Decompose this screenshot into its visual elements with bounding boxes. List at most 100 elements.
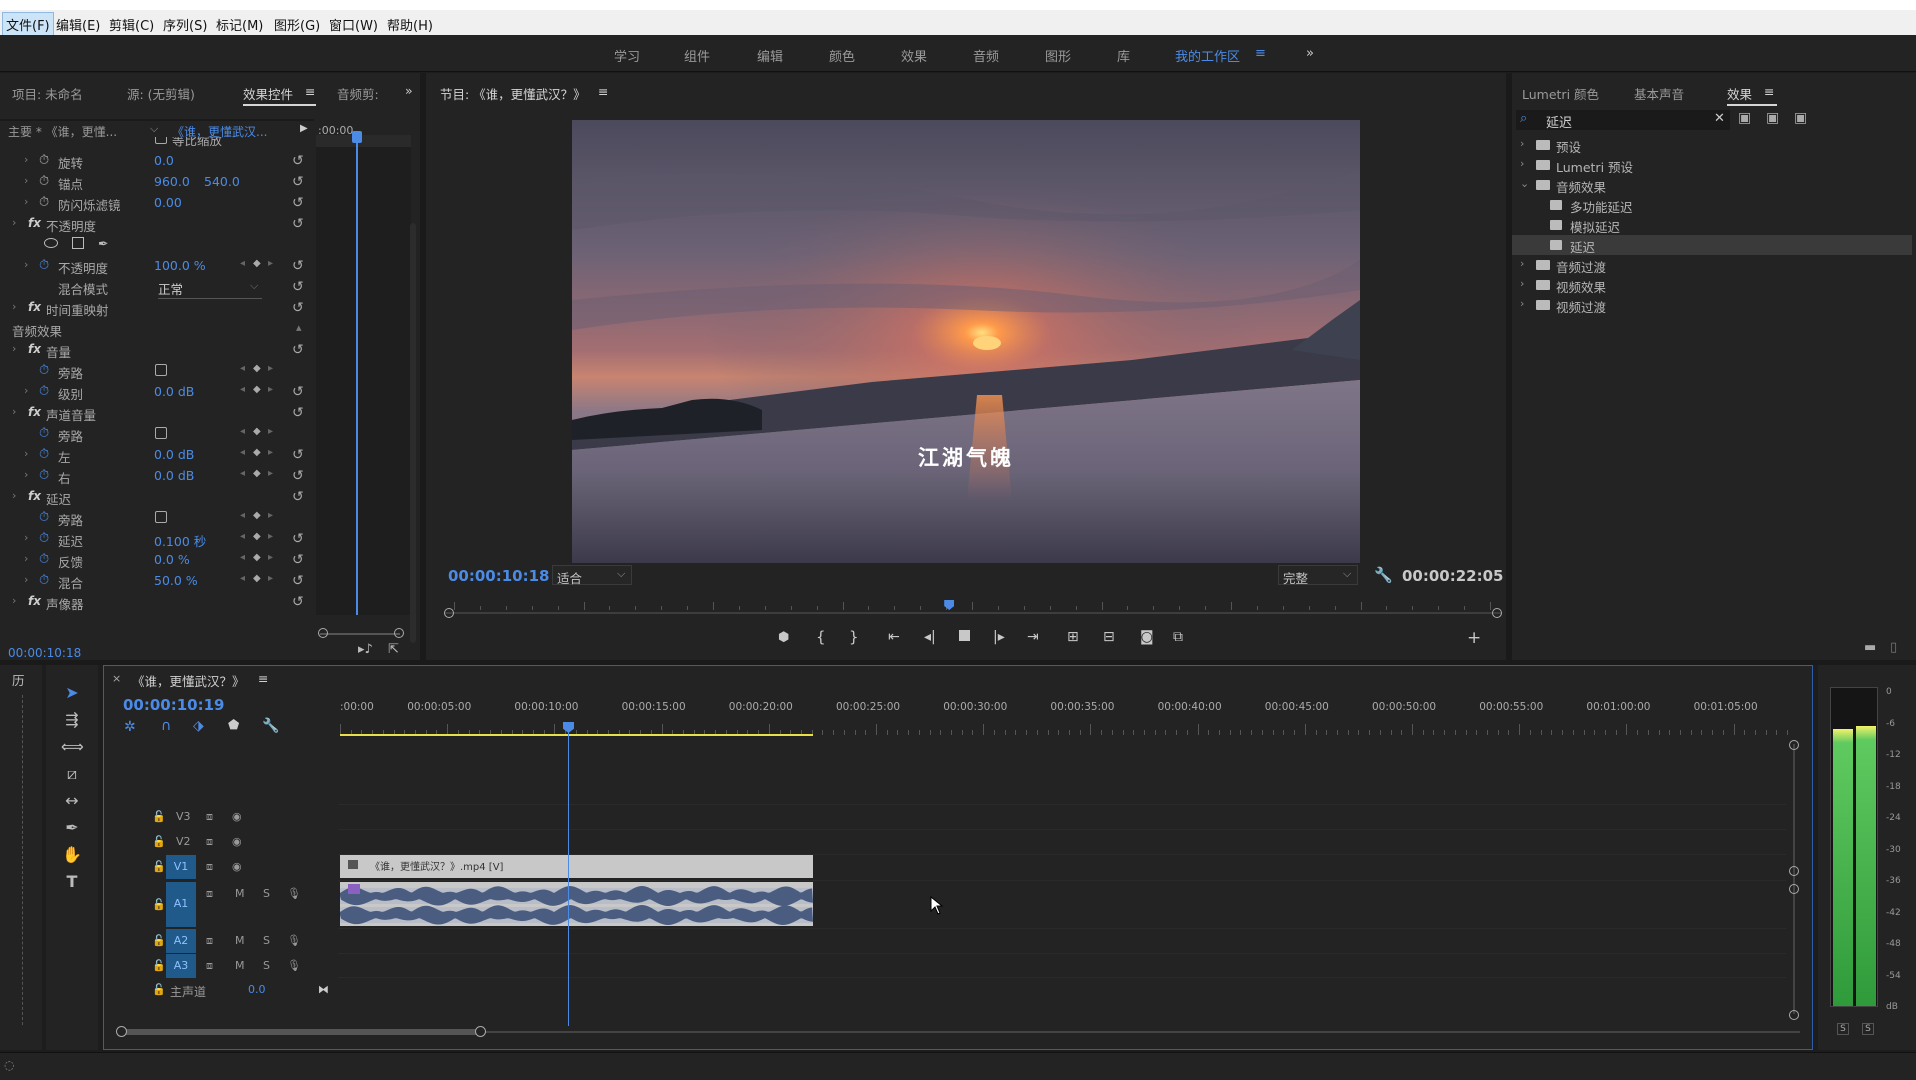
workspace-tab-graphics[interactable]: 图形 bbox=[1045, 46, 1071, 65]
reset-icon[interactable]: ↺ bbox=[292, 573, 304, 589]
add-keyframe-icon[interactable]: ◆ bbox=[253, 510, 261, 521]
program-menu-icon[interactable]: ≡ bbox=[598, 84, 608, 99]
prev-keyframe-icon[interactable]: ◂ bbox=[240, 447, 245, 458]
stopwatch-icon[interactable]: ⏱ bbox=[39, 447, 49, 462]
step-back-icon[interactable]: ◂| bbox=[924, 629, 936, 645]
hscroll-handle-left[interactable] bbox=[116, 1026, 127, 1037]
fx-icon[interactable]: fx bbox=[28, 489, 41, 503]
next-keyframe-icon[interactable]: ▸ bbox=[268, 573, 273, 584]
next-keyframe-icon[interactable]: ▸ bbox=[268, 468, 273, 479]
solo-left-button[interactable]: S bbox=[1837, 1023, 1849, 1035]
solo-button[interactable]: S bbox=[263, 887, 270, 900]
expand-chevron-icon[interactable]: › bbox=[12, 300, 16, 313]
reset-icon[interactable]: ↺ bbox=[292, 594, 304, 610]
quality-dropdown[interactable]: 完整 ⌵ bbox=[1278, 565, 1358, 586]
menu-edit[interactable]: 编辑(E) bbox=[56, 15, 100, 34]
ellipse-mask-icon[interactable] bbox=[44, 238, 58, 248]
reset-icon[interactable]: ↺ bbox=[292, 153, 304, 169]
reset-icon[interactable]: ↺ bbox=[292, 384, 304, 400]
add-keyframe-icon[interactable]: ◆ bbox=[253, 363, 261, 374]
ec-property-value[interactable]: 960.0 bbox=[154, 174, 190, 189]
reset-icon[interactable]: ↺ bbox=[292, 489, 304, 505]
lock-icon[interactable]: 🔓 bbox=[152, 835, 166, 848]
next-keyframe-icon[interactable]: ▸ bbox=[268, 510, 273, 521]
master-volume-value[interactable]: 0.0 bbox=[248, 983, 266, 996]
expand-chevron-icon[interactable]: › bbox=[12, 489, 16, 502]
chevron-down-icon[interactable]: ⌵ bbox=[150, 122, 158, 136]
sync-lock-icon[interactable]: ⧈ bbox=[206, 934, 213, 948]
compare-icon[interactable]: ⧉ bbox=[1173, 629, 1183, 645]
next-keyframe-icon[interactable]: ▸ bbox=[268, 531, 273, 542]
prev-keyframe-icon[interactable]: ◂ bbox=[240, 531, 245, 542]
ec-keyframe-area[interactable] bbox=[316, 135, 411, 615]
video-clip-v1[interactable]: 《谁，更懂武汉？》.mp4 [V] bbox=[340, 855, 813, 878]
next-keyframe-icon[interactable]: ▸ bbox=[268, 258, 273, 269]
solo-button[interactable]: S bbox=[263, 959, 270, 972]
type-tool-icon[interactable]: T bbox=[61, 872, 83, 891]
ec-property-value[interactable]: 100.0 % bbox=[154, 258, 206, 273]
export-icon[interactable]: ⇱ bbox=[388, 642, 399, 657]
workspace-tab-learn[interactable]: 学习 bbox=[614, 46, 640, 65]
lift-icon[interactable]: ⊞ bbox=[1067, 629, 1079, 645]
track-label-v1[interactable]: V1 bbox=[166, 855, 196, 879]
expand-chevron-icon[interactable]: › bbox=[24, 174, 28, 187]
step-forward-icon[interactable]: |▸ bbox=[993, 629, 1005, 645]
lock-icon[interactable]: 🔓 bbox=[152, 898, 166, 911]
snap-icon[interactable]: ✲ bbox=[124, 719, 136, 735]
vscroll-handle[interactable] bbox=[1789, 866, 1799, 876]
splitter[interactable] bbox=[420, 73, 426, 660]
chevron-icon[interactable]: › bbox=[1520, 157, 1524, 170]
chevron-icon[interactable]: › bbox=[1520, 137, 1524, 150]
workspace-tab-assembly[interactable]: 组件 bbox=[684, 46, 710, 65]
tab-history[interactable]: 历 bbox=[12, 670, 25, 689]
32bit-effects-icon[interactable]: ▣ bbox=[1766, 110, 1779, 126]
track-label-a3[interactable]: A3 bbox=[166, 954, 196, 978]
vertical-scroll-track[interactable] bbox=[1793, 744, 1795, 1014]
expand-chevron-icon[interactable]: › bbox=[24, 531, 28, 544]
stopwatch-icon[interactable]: ⏱ bbox=[39, 531, 49, 546]
next-keyframe-icon[interactable]: ▸ bbox=[268, 384, 273, 395]
tab-lumetri-color[interactable]: Lumetri 颜色 bbox=[1522, 84, 1599, 103]
ripple-edit-tool-icon[interactable]: ⟺ bbox=[61, 737, 84, 756]
eye-icon[interactable]: ◉ bbox=[232, 835, 242, 848]
effects-menu-icon[interactable]: ≡ bbox=[1764, 84, 1774, 99]
stopwatch-icon[interactable]: ⏱ bbox=[39, 195, 49, 210]
prev-keyframe-icon[interactable]: ◂ bbox=[240, 384, 245, 395]
expand-chevron-icon[interactable]: › bbox=[12, 594, 16, 607]
add-keyframe-icon[interactable]: ◆ bbox=[253, 258, 261, 269]
stopwatch-icon[interactable]: ⏱ bbox=[39, 468, 49, 483]
ec-property-value[interactable]: 0.0 bbox=[154, 153, 174, 168]
slip-tool-icon[interactable]: ↔ bbox=[61, 791, 83, 810]
lock-icon[interactable]: 🔓 bbox=[152, 810, 166, 823]
effects-search-input[interactable]: 延迟 bbox=[1546, 112, 1572, 131]
add-keyframe-icon[interactable]: ◆ bbox=[253, 426, 261, 437]
expand-chevron-icon[interactable]: › bbox=[12, 405, 16, 418]
expand-chevron-icon[interactable]: › bbox=[12, 342, 16, 355]
stopwatch-icon[interactable]: ⏱ bbox=[39, 174, 49, 189]
wrench-icon[interactable]: 🔧 bbox=[1374, 566, 1393, 584]
add-keyframe-icon[interactable]: ◆ bbox=[253, 447, 261, 458]
lock-icon[interactable]: 🔓 bbox=[152, 959, 166, 972]
effects-tree-item-selected[interactable]: 延迟 bbox=[1512, 235, 1912, 255]
history-list[interactable] bbox=[22, 695, 30, 1025]
reset-icon[interactable]: ↺ bbox=[292, 216, 304, 232]
tab-essential-sound[interactable]: 基本声音 bbox=[1634, 84, 1684, 103]
fx-icon[interactable]: fx bbox=[28, 216, 41, 230]
workspace-tab-audio[interactable]: 音频 bbox=[973, 46, 999, 65]
solo-right-button[interactable]: S bbox=[1862, 1023, 1874, 1035]
effects-tree-item[interactable]: › 视频效果 bbox=[1512, 275, 1912, 295]
tab-source[interactable]: 源: (无剪辑) bbox=[127, 84, 195, 103]
master-to-end-icon[interactable]: ⧓ bbox=[318, 983, 329, 996]
linked-selection-icon[interactable]: ⬗ bbox=[193, 718, 204, 734]
effects-search-box[interactable]: ⌕ 延迟 ✕ bbox=[1516, 110, 1730, 131]
add-marker-icon[interactable]: ⬟ bbox=[228, 718, 239, 733]
lock-icon[interactable]: 🔓 bbox=[152, 934, 166, 947]
sync-lock-icon[interactable]: ⧈ bbox=[206, 860, 213, 874]
ec-timecode[interactable]: 00:00:10:18 bbox=[8, 646, 81, 660]
track-select-tool-icon[interactable]: ⇶ bbox=[61, 710, 83, 729]
reset-icon[interactable]: ↺ bbox=[292, 447, 304, 463]
menu-marker[interactable]: 标记(M) bbox=[216, 15, 263, 34]
chevron-icon[interactable]: › bbox=[1520, 257, 1524, 270]
effects-tree-item[interactable]: › 预设 bbox=[1512, 135, 1912, 155]
sync-lock-icon[interactable]: ⧈ bbox=[206, 959, 213, 973]
